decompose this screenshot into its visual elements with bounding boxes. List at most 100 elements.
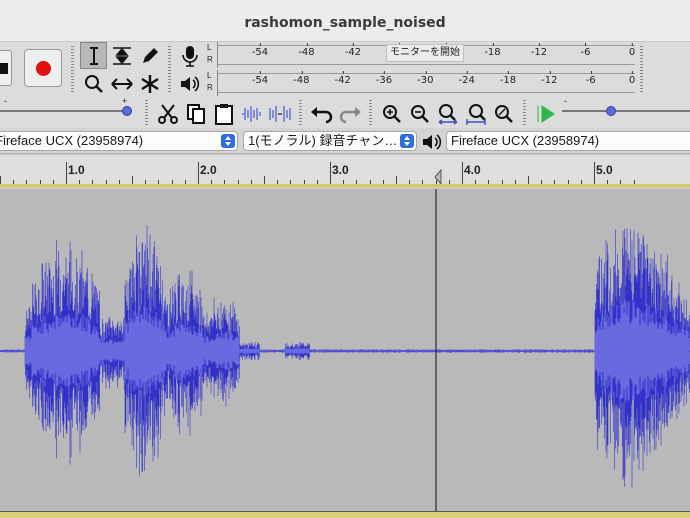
play-speed-slider[interactable]: - <box>562 96 690 118</box>
record-icon <box>36 61 51 76</box>
speed-minus-label: - <box>564 96 567 106</box>
meter-tick-label: -48 <box>293 71 310 86</box>
audacity-window: rashomon_sample_noised L R -54 -48 -42 -… <box>0 0 690 518</box>
meter-left-label: L <box>207 71 212 80</box>
ruler-tick <box>528 176 529 184</box>
toolbar-grip-2[interactable] <box>168 46 171 92</box>
play-green-icon <box>537 104 555 123</box>
toolbar: L R -54-48-42-34-18-12-60 L R -54-48-42-… <box>0 42 690 128</box>
ruler-label: 2.0 <box>200 163 217 177</box>
meter-tick-label: -54 <box>251 71 269 86</box>
toolbar-grip-5[interactable] <box>299 100 302 126</box>
record-volume-slider[interactable]: - + <box>0 96 132 118</box>
ruler-label: 4.0 <box>464 163 481 177</box>
zoom-selection-icon <box>438 103 457 125</box>
speaker-icon <box>180 75 199 92</box>
toolbar-grip[interactable] <box>71 46 74 92</box>
timeline-ruler[interactable]: 1.0 2.0 3.0 4.0 5.0 <box>0 155 690 187</box>
ruler-tick <box>132 176 133 184</box>
track-bottom-strip <box>0 511 690 518</box>
toolbar-grip-3[interactable] <box>640 46 643 92</box>
stop-icon <box>0 63 8 74</box>
playhead-marker-icon[interactable] <box>433 169 443 185</box>
i-beam-icon <box>89 46 98 65</box>
paste-button[interactable] <box>210 100 237 127</box>
speed-slider-thumb[interactable] <box>606 106 616 116</box>
playback-meter-bar[interactable]: -54 -48 -42 -36 -30 -24 -18 -12 -6 0 <box>217 70 635 96</box>
meter-tick-label: 0 <box>628 43 636 58</box>
cut-button[interactable] <box>154 100 181 127</box>
redo-icon <box>339 106 361 123</box>
meter-tick-label: -6 <box>580 43 591 58</box>
ruler-tick <box>0 176 1 184</box>
copy-button[interactable] <box>182 100 209 127</box>
slider-minus-label: - <box>4 96 7 106</box>
multi-tool[interactable] <box>136 70 163 97</box>
clipboard-icon <box>214 103 233 125</box>
meter-tick-label: -18 <box>499 71 517 86</box>
zoom-tool[interactable] <box>80 70 107 97</box>
title-bar: rashomon_sample_noised <box>0 0 690 42</box>
trim-button[interactable] <box>238 100 265 127</box>
speaker-icon <box>423 134 442 150</box>
record-button[interactable] <box>24 49 62 87</box>
chevron-updown-icon <box>221 134 235 148</box>
time-shift-tool[interactable] <box>108 70 135 97</box>
scissors-icon <box>157 103 178 124</box>
record-meter-button[interactable] <box>176 42 203 69</box>
toolbar-grip-4[interactable] <box>145 100 148 126</box>
chevron-updown-icon <box>400 134 414 148</box>
audio-track[interactable] <box>0 189 690 514</box>
draw-tool[interactable] <box>136 42 163 69</box>
meter-tick-label: -42 <box>344 43 362 58</box>
undo-button[interactable] <box>308 100 335 127</box>
zoom-out-button[interactable] <box>406 100 433 127</box>
meter-tick-label: -42 <box>334 71 351 86</box>
stop-button[interactable] <box>0 50 12 86</box>
meter-right-label: R <box>207 83 213 92</box>
playback-meter[interactable]: L R -54 -48 -42 -36 -30 -24 -18 -12 -6 0 <box>207 70 637 96</box>
meter-tick-label: 0 <box>628 71 636 86</box>
ruler-tick <box>264 176 265 184</box>
zoom-toggle-button[interactable] <box>490 100 517 127</box>
ruler-label: 5.0 <box>596 163 613 177</box>
zoom-in-button[interactable] <box>378 100 405 127</box>
asterisk-icon <box>140 74 159 93</box>
meter-tick-label: -24 <box>458 71 475 86</box>
selection-tool[interactable] <box>80 42 107 69</box>
ruler-tick <box>462 162 463 184</box>
meter-tick-label: -30 <box>417 71 434 86</box>
window-title: rashomon_sample_noised <box>244 15 446 31</box>
zoom-fit-icon <box>465 103 486 125</box>
zoom-toggle-icon <box>494 104 513 123</box>
redo-button[interactable] <box>336 100 363 127</box>
recording-device-select[interactable]: Fireface UCX (23958974) <box>0 131 238 151</box>
meter-tick-label: -48 <box>298 43 315 58</box>
playback-meter-button[interactable] <box>176 70 203 97</box>
slider-thumb[interactable] <box>122 106 132 116</box>
undo-icon <box>310 106 332 123</box>
toolbar-grip-7[interactable] <box>523 100 526 126</box>
playback-device-select[interactable]: Fireface UCX (23958974) <box>446 131 690 151</box>
meter-tick-label: -12 <box>541 71 558 86</box>
ruler-label: 3.0 <box>332 163 349 177</box>
envelope-tool[interactable] <box>108 42 135 69</box>
waveform[interactable] <box>0 189 690 514</box>
fit-selection-button[interactable] <box>434 100 461 127</box>
recording-channels-select[interactable]: 1(モノラル) 録音チャン… <box>243 131 417 151</box>
device-toolbar: Fireface UCX (23958974) 1(モノラル) 録音チャン… F… <box>0 128 690 154</box>
recording-channels-value: 1(モノラル) 録音チャン… <box>248 133 398 148</box>
meter-tick-label: -18 <box>484 43 501 58</box>
ruler-tick <box>198 162 199 184</box>
start-monitoring-label[interactable]: モニターを開始 <box>386 44 464 62</box>
pencil-icon <box>142 47 158 63</box>
recording-device-value: Fireface UCX (23958974) <box>0 133 144 148</box>
fit-project-button[interactable] <box>462 100 489 127</box>
meter-left-label: L <box>207 43 212 52</box>
playback-device-value: Fireface UCX (23958974) <box>451 133 600 148</box>
play-at-speed-button[interactable] <box>532 100 559 127</box>
silence-button[interactable] <box>266 100 293 127</box>
microphone-icon <box>181 45 198 67</box>
toolbar-grip-6[interactable] <box>369 100 372 126</box>
zoom-in-icon <box>382 104 401 123</box>
